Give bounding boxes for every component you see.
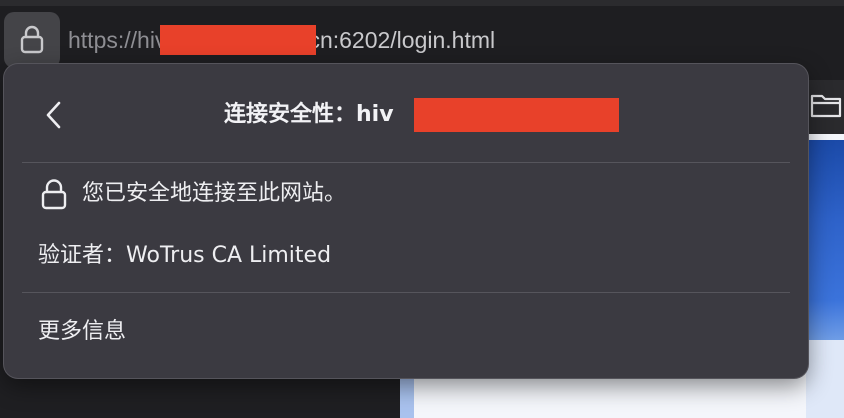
site-security-button[interactable] <box>4 12 60 68</box>
connection-security-popover: 连接安全性：hiv 您已安全地连接至此网站。 验证者：WoTrus CA Lim… <box>4 64 808 378</box>
popover-title-host: hiv <box>356 102 394 127</box>
popover-title-label: 连接安全性： <box>224 102 357 127</box>
window-top-edge <box>0 0 844 6</box>
secure-connection-text: 您已安全地连接至此网站。 <box>82 181 347 206</box>
title-redaction <box>414 98 619 132</box>
background-page-banner <box>806 140 844 340</box>
back-button[interactable] <box>40 98 68 132</box>
more-info-link[interactable]: 更多信息 <box>38 314 126 350</box>
address-url[interactable]: https://hiv cn:6202/login.html <box>68 24 495 56</box>
verifier-label: 验证者： <box>38 243 127 268</box>
divider <box>22 292 790 293</box>
background-page-lower <box>806 340 844 418</box>
certificate-verifier: 验证者：WoTrus CA Limited <box>38 238 331 274</box>
chevron-left-icon <box>46 101 61 129</box>
url-redaction <box>160 24 317 55</box>
lock-icon <box>41 179 67 210</box>
url-prefix: https://hiv <box>68 27 167 53</box>
lock-icon <box>20 25 44 54</box>
divider <box>22 162 790 163</box>
verifier-value: WoTrus CA Limited <box>126 243 332 268</box>
url-suffix: cn:6202/login.html <box>308 27 496 53</box>
folder-icon[interactable] <box>810 92 842 118</box>
background-page-accent <box>400 378 414 418</box>
popover-title: 连接安全性：hiv <box>224 98 394 132</box>
